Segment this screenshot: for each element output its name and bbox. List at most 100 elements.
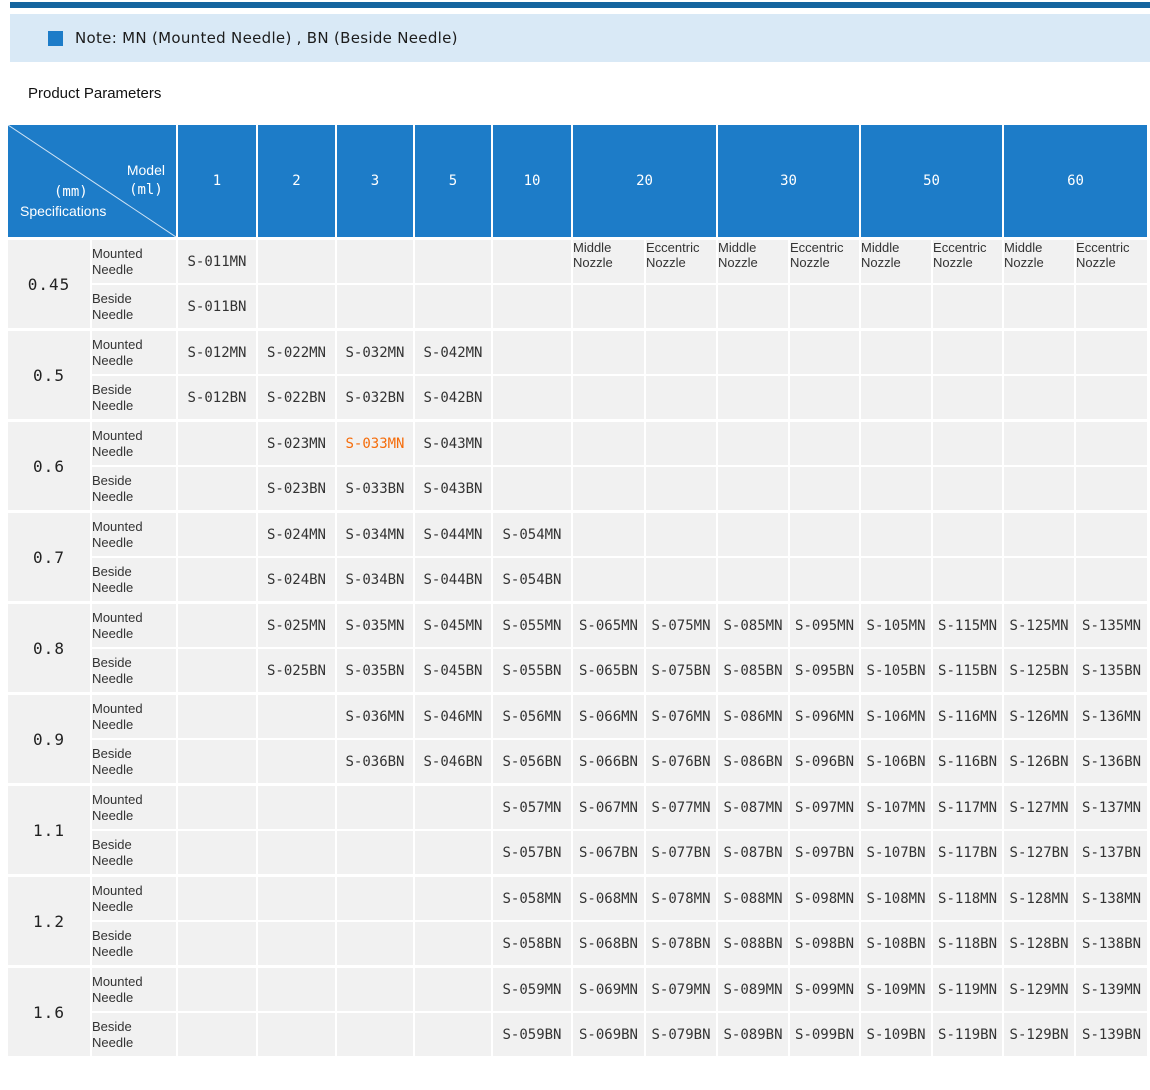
empty-cell <box>932 421 1003 467</box>
model-code-cell: S-139BN <box>1075 1012 1148 1057</box>
model-code-cell: S-069MN <box>572 967 645 1013</box>
column-header-50ml: 50 <box>860 124 1003 239</box>
empty-cell <box>336 284 414 330</box>
model-code-cell: S-105BN <box>860 648 932 694</box>
empty-cell <box>177 466 257 512</box>
empty-cell <box>717 330 789 376</box>
table-row: 1.1Mounted NeedleS-057MNS-067MNS-077MNS-… <box>7 785 1148 831</box>
empty-cell <box>177 967 257 1013</box>
model-code-cell: S-068MN <box>572 876 645 922</box>
empty-cell <box>932 512 1003 558</box>
corner-spec-label: (mm) Specifications <box>20 183 106 222</box>
empty-cell <box>414 785 492 831</box>
needle-type-cell: Mounted Needle <box>91 785 177 831</box>
model-code-cell: S-116BN <box>932 739 1003 785</box>
model-code-cell: S-109BN <box>860 1012 932 1057</box>
model-code-cell: S-096MN <box>789 694 860 740</box>
empty-cell <box>717 375 789 421</box>
model-code-cell: S-088BN <box>717 921 789 967</box>
needle-type-cell: Mounted Needle <box>91 603 177 649</box>
model-code-cell: S-086BN <box>717 739 789 785</box>
empty-cell <box>492 466 572 512</box>
needle-type-cell: Mounted Needle <box>91 421 177 467</box>
empty-cell <box>789 284 860 330</box>
model-code-cell: S-025MN <box>257 603 336 649</box>
top-divider <box>10 2 1150 8</box>
model-code-cell: S-045MN <box>414 603 492 649</box>
model-code-highlighted[interactable]: S-033MN <box>336 421 414 467</box>
model-code-cell: S-125BN <box>1003 648 1075 694</box>
spec-cell: 0.5 <box>7 330 91 421</box>
model-code-cell: S-057BN <box>492 830 572 876</box>
model-code-cell: S-043BN <box>414 466 492 512</box>
spec-cell: 1.2 <box>7 876 91 967</box>
model-code-cell: S-089MN <box>717 967 789 1013</box>
model-code-cell: S-119MN <box>932 967 1003 1013</box>
empty-cell <box>336 239 414 285</box>
empty-cell <box>492 284 572 330</box>
column-header-60ml: 60 <box>1003 124 1148 239</box>
needle-type-cell: Mounted Needle <box>91 967 177 1013</box>
table-row: Beside NeedleS-025BNS-035BNS-045BNS-055B… <box>7 648 1148 694</box>
needle-type-cell: Mounted Needle <box>91 512 177 558</box>
model-code-cell: S-044MN <box>414 512 492 558</box>
model-code-cell: S-119BN <box>932 1012 1003 1057</box>
empty-cell <box>1075 284 1148 330</box>
empty-cell <box>177 921 257 967</box>
model-code-cell: S-098MN <box>789 876 860 922</box>
empty-cell <box>717 284 789 330</box>
note-banner: Note: MN (Mounted Needle) , BN (Beside N… <box>10 14 1150 62</box>
note-bullet-icon <box>48 31 63 46</box>
empty-cell <box>257 1012 336 1057</box>
table-row: Beside NeedleS-057BNS-067BNS-077BNS-087B… <box>7 830 1148 876</box>
empty-cell <box>1003 421 1075 467</box>
needle-type-cell: Mounted Needle <box>91 239 177 285</box>
model-code-cell: S-107BN <box>860 830 932 876</box>
table-row: Beside NeedleS-012BNS-022BNS-032BNS-042B… <box>7 375 1148 421</box>
model-code-cell: S-127BN <box>1003 830 1075 876</box>
empty-cell <box>1075 466 1148 512</box>
model-code-cell: S-034BN <box>336 557 414 603</box>
model-code-cell: S-079BN <box>645 1012 717 1057</box>
column-header-20ml: 20 <box>572 124 717 239</box>
model-code-cell: S-127MN <box>1003 785 1075 831</box>
table-row: Beside NeedleS-024BNS-034BNS-044BNS-054B… <box>7 557 1148 603</box>
needle-type-cell: Beside Needle <box>91 1012 177 1057</box>
nozzle-subheader-cell: Eccentric Nozzle <box>932 239 1003 285</box>
empty-cell <box>932 557 1003 603</box>
model-code-cell: S-076BN <box>645 739 717 785</box>
needle-type-cell: Beside Needle <box>91 830 177 876</box>
model-code-cell: S-057MN <box>492 785 572 831</box>
empty-cell <box>860 512 932 558</box>
note-text: Note: MN (Mounted Needle) , BN (Beside N… <box>75 29 458 47</box>
empty-cell <box>177 512 257 558</box>
model-code-cell: S-035BN <box>336 648 414 694</box>
table-row: 0.5Mounted NeedleS-012MNS-022MNS-032MNS-… <box>7 330 1148 376</box>
model-code-cell: S-034MN <box>336 512 414 558</box>
model-code-cell: S-059MN <box>492 967 572 1013</box>
model-code-cell: S-077BN <box>645 830 717 876</box>
empty-cell <box>257 694 336 740</box>
model-code-cell: S-107MN <box>860 785 932 831</box>
spec-cell: 0.45 <box>7 239 91 330</box>
empty-cell <box>336 876 414 922</box>
empty-cell <box>257 967 336 1013</box>
model-code-cell: S-046MN <box>414 694 492 740</box>
model-code-cell: S-136BN <box>1075 739 1148 785</box>
model-code-cell: S-075BN <box>645 648 717 694</box>
table-row: 0.9Mounted NeedleS-036MNS-046MNS-056MNS-… <box>7 694 1148 740</box>
model-code-cell: S-096BN <box>789 739 860 785</box>
spec-cell: 0.8 <box>7 603 91 694</box>
model-code-cell: S-032BN <box>336 375 414 421</box>
page-title: Product Parameters <box>28 85 1150 102</box>
model-code-cell: S-068BN <box>572 921 645 967</box>
model-code-cell: S-024BN <box>257 557 336 603</box>
empty-cell <box>860 421 932 467</box>
model-code-cell: S-118MN <box>932 876 1003 922</box>
table-row: 1.2Mounted NeedleS-058MNS-068MNS-078MNS-… <box>7 876 1148 922</box>
model-code-cell: S-058MN <box>492 876 572 922</box>
spec-cell: 0.9 <box>7 694 91 785</box>
empty-cell <box>177 739 257 785</box>
model-code-cell: S-098BN <box>789 921 860 967</box>
model-code-cell: S-138BN <box>1075 921 1148 967</box>
